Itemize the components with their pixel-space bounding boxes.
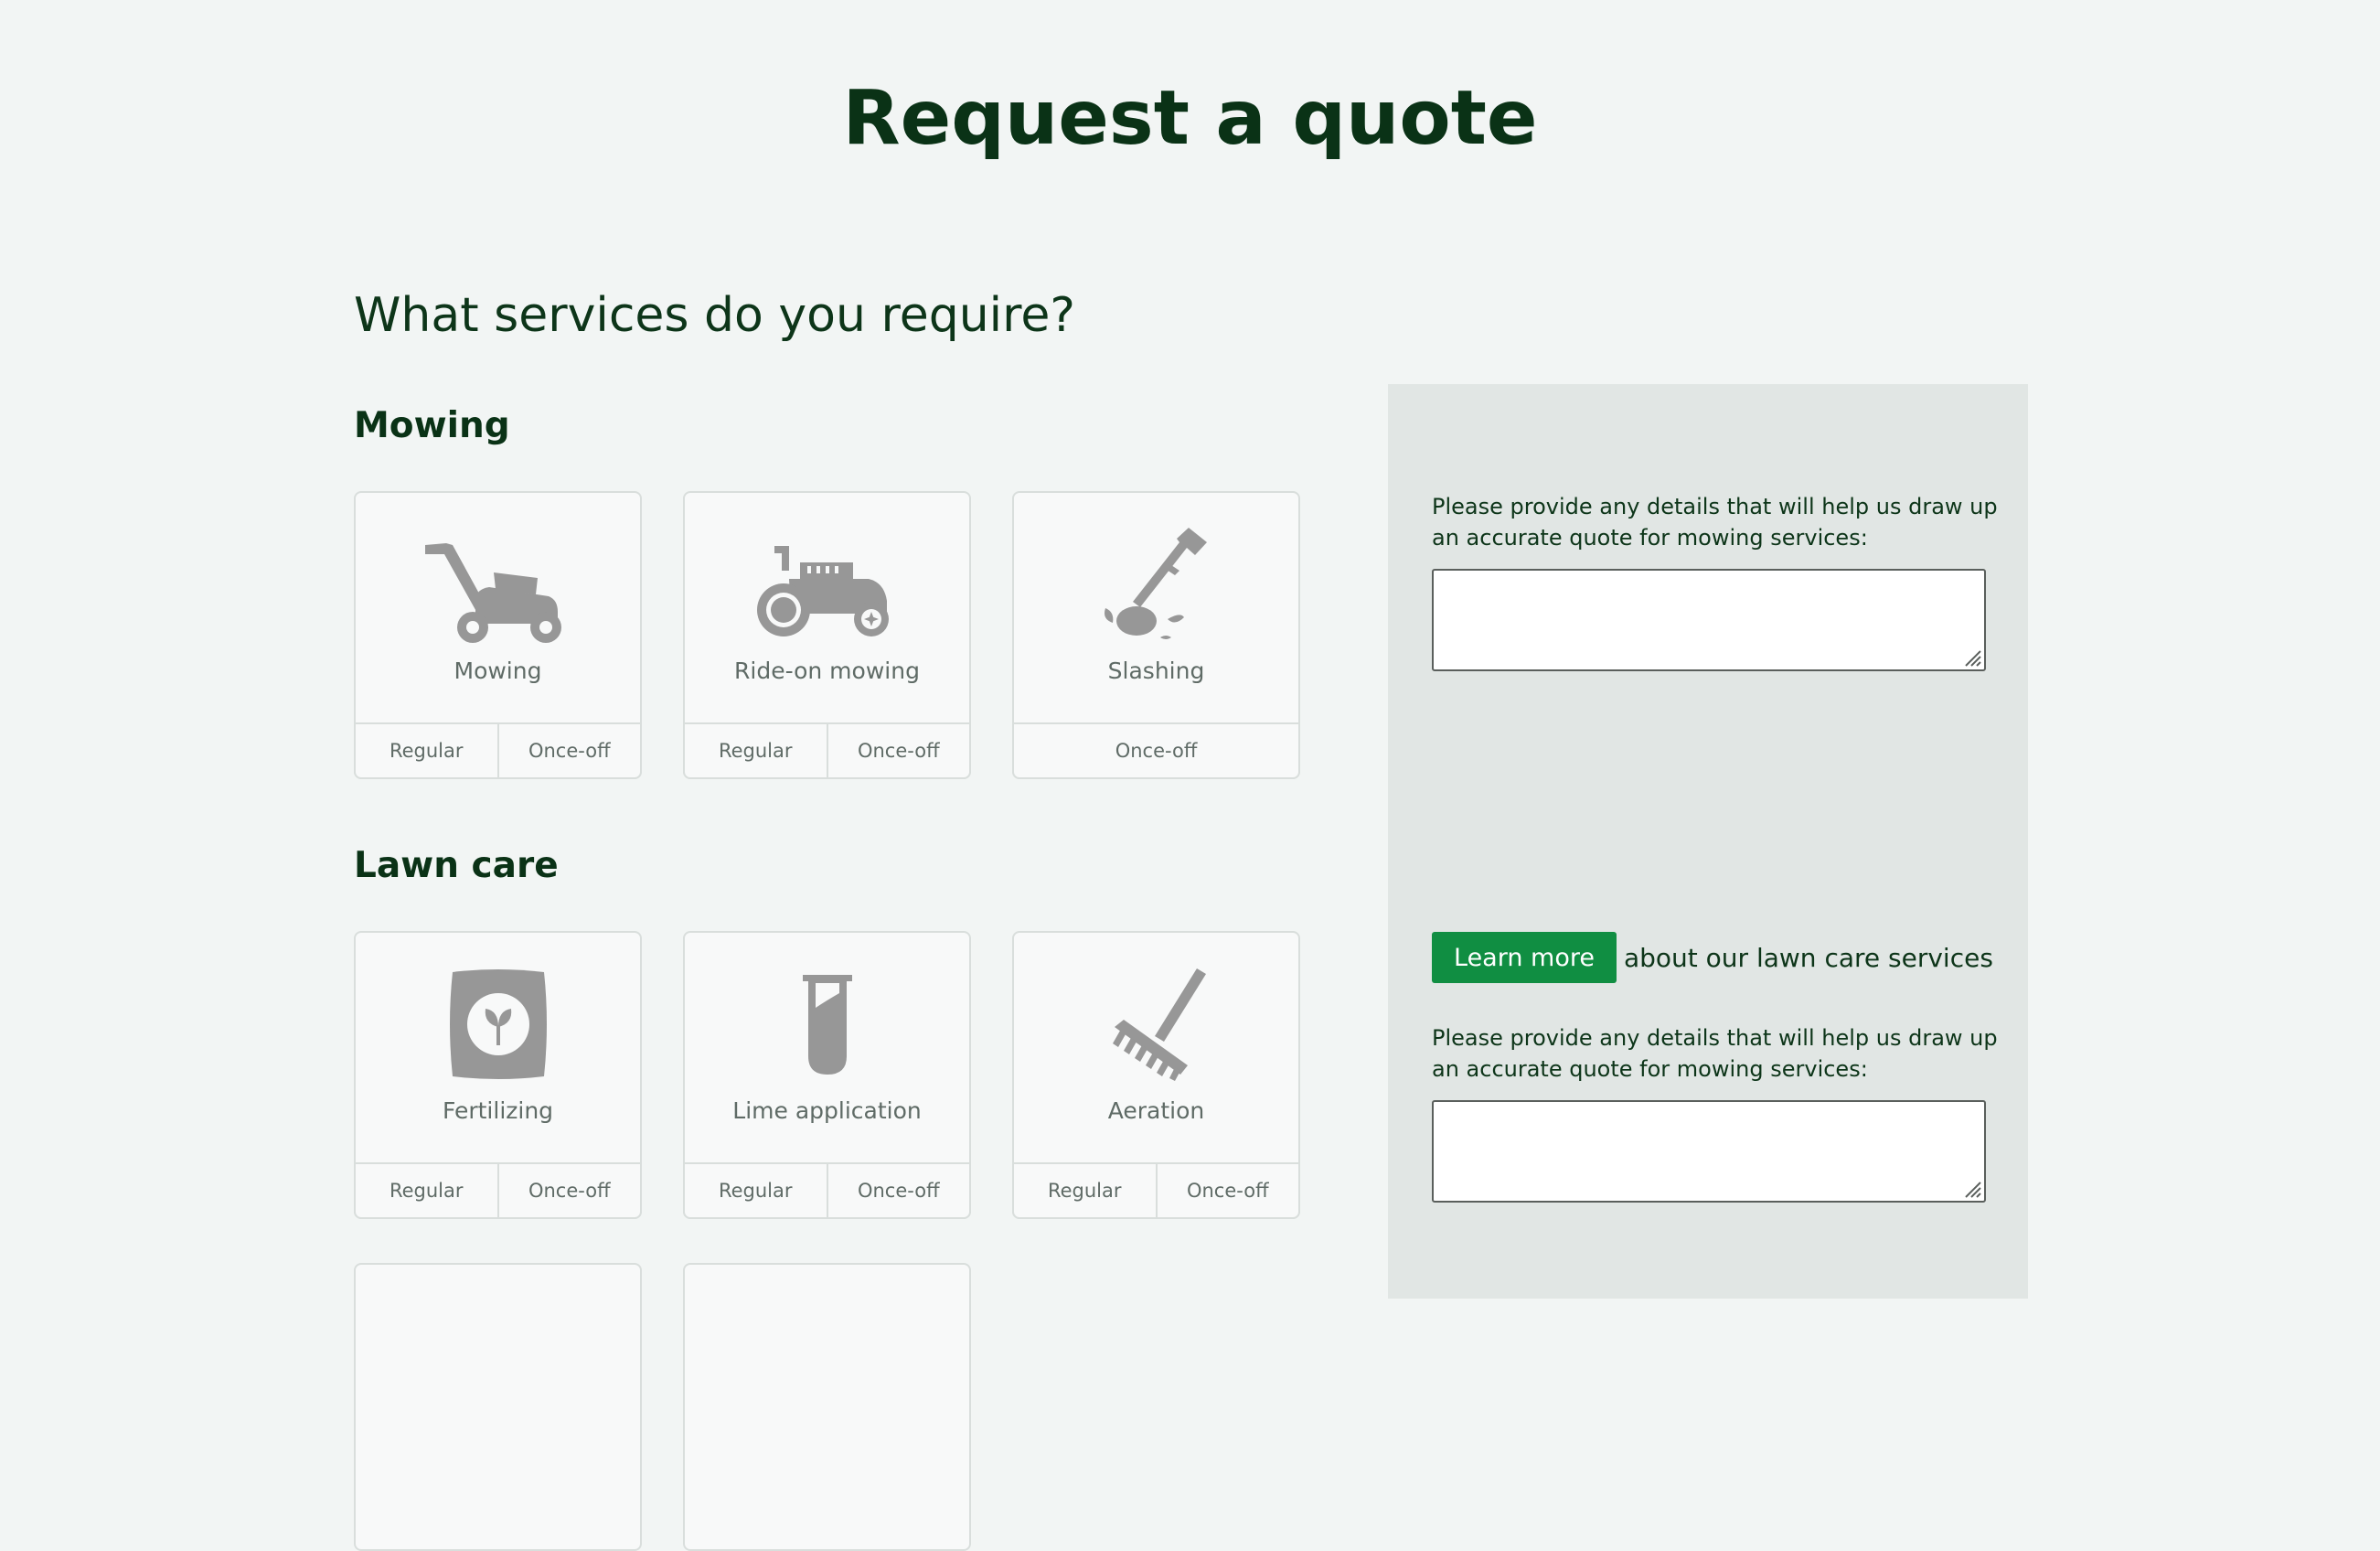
test-tube-icon <box>685 960 969 1088</box>
lawn-mower-icon <box>356 520 640 648</box>
lawn-care-heading: Lawn care <box>354 845 559 886</box>
details-panel: Please provide any details that will hel… <box>1388 384 2028 1299</box>
resize-handle-icon[interactable] <box>1960 646 1982 668</box>
option-once-off[interactable]: Once-off <box>496 1164 641 1217</box>
mowing-details-textarea[interactable] <box>1432 569 1986 671</box>
card-label: Mowing <box>454 658 542 684</box>
card-label: Slashing <box>1107 658 1205 684</box>
option-once-off[interactable]: Once-off <box>1155 1164 1299 1217</box>
resize-handle-icon[interactable] <box>1960 1177 1982 1199</box>
learn-more-button[interactable]: Learn more <box>1432 932 1617 983</box>
lawn-care-details-textarea[interactable] <box>1432 1100 1986 1203</box>
option-regular[interactable]: Regular <box>1014 1164 1156 1217</box>
option-once-off[interactable]: Once-off <box>496 724 641 777</box>
service-card-slashing[interactable]: Slashing Once-off <box>1012 491 1300 779</box>
frequency-options: Regular Once-off <box>354 722 642 779</box>
card-label: Ride-on mowing <box>734 658 920 684</box>
frequency-options: Regular Once-off <box>683 722 971 779</box>
option-once-off[interactable]: Once-off <box>1014 724 1298 777</box>
service-card-mowing[interactable]: Mowing Regular Once-off <box>354 491 642 779</box>
card-label: Fertilizing <box>442 1097 554 1124</box>
frequency-options: Once-off <box>1012 722 1300 779</box>
services-question: What services do you require? <box>354 288 1075 343</box>
service-card-partial[interactable] <box>354 1263 642 1551</box>
learn-more-row: Learn more about our lawn care services <box>1432 932 1993 983</box>
page-title: Request a quote <box>842 75 1538 162</box>
option-regular[interactable]: Regular <box>356 1164 497 1217</box>
card-label: Aeration <box>1107 1097 1205 1124</box>
service-card-lime-application[interactable]: Lime application Regular Once-off <box>683 931 971 1219</box>
learn-more-text: about our lawn care services <box>1623 942 1993 973</box>
mowing-details-prompt: Please provide any details that will hel… <box>1432 494 1998 551</box>
option-regular[interactable]: Regular <box>356 724 497 777</box>
aerator-rake-icon <box>1014 960 1298 1088</box>
frequency-options: Regular Once-off <box>1012 1162 1300 1219</box>
option-once-off[interactable]: Once-off <box>826 1164 970 1217</box>
lawn-care-details-prompt: Please provide any details that will hel… <box>1432 1025 1998 1082</box>
option-once-off[interactable]: Once-off <box>826 724 970 777</box>
ride-on-mower-icon <box>685 520 969 648</box>
fertilizer-bag-icon <box>356 960 640 1088</box>
service-card-ride-on-mowing[interactable]: Ride-on mowing Regular Once-off <box>683 491 971 779</box>
service-card-partial[interactable] <box>683 1263 971 1551</box>
card-label: Lime application <box>732 1097 922 1124</box>
mowing-heading: Mowing <box>354 405 510 446</box>
service-card-fertilizing[interactable]: Fertilizing Regular Once-off <box>354 931 642 1219</box>
option-regular[interactable]: Regular <box>685 724 827 777</box>
brush-cutter-icon <box>1014 520 1298 648</box>
frequency-options: Regular Once-off <box>683 1162 971 1219</box>
frequency-options: Regular Once-off <box>354 1162 642 1219</box>
service-card-aeration[interactable]: Aeration Regular Once-off <box>1012 931 1300 1219</box>
option-regular[interactable]: Regular <box>685 1164 827 1217</box>
